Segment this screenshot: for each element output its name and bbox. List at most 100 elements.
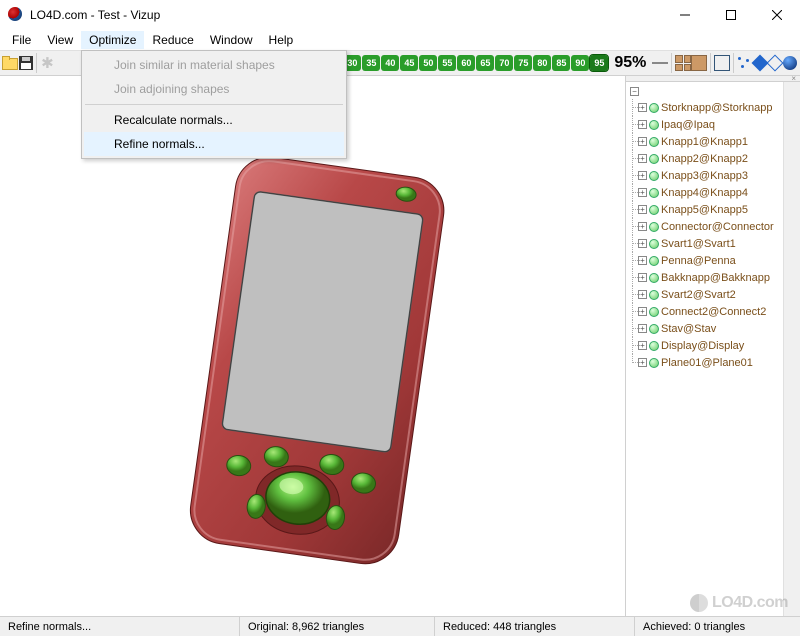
tree-node[interactable]: + Plane01@Plane01 xyxy=(630,354,783,371)
percent-50[interactable]: 50 xyxy=(419,55,437,71)
expand-icon[interactable]: + xyxy=(638,154,647,163)
menu-item[interactable]: Recalculate normals... xyxy=(84,108,344,132)
diamond-outline-icon xyxy=(767,55,784,72)
node-icon xyxy=(649,290,659,300)
reduction-percent-value: 95% xyxy=(614,54,646,72)
tree-node-label: Knapp3@Knapp3 xyxy=(661,170,748,182)
close-button[interactable] xyxy=(754,0,800,30)
tree-node[interactable]: +Connector@Connector xyxy=(630,218,783,235)
tree-node[interactable]: + Knapp5@Knapp5 xyxy=(630,201,783,218)
view-points-button[interactable] xyxy=(736,52,752,74)
percent-70[interactable]: 70 xyxy=(495,55,513,71)
tree-node[interactable]: +Display@Display xyxy=(630,337,783,354)
expand-icon[interactable]: + xyxy=(638,290,647,299)
menu-help[interactable]: Help xyxy=(261,31,302,49)
expand-icon[interactable]: + xyxy=(638,137,647,146)
reduction-slider[interactable] xyxy=(652,55,668,71)
percent-90[interactable]: 90 xyxy=(571,55,589,71)
watermark: LO4D.com xyxy=(690,594,788,612)
menu-view[interactable]: View xyxy=(39,31,81,49)
scrollbar[interactable] xyxy=(783,82,800,616)
view-single-button[interactable] xyxy=(691,52,707,74)
percent-65[interactable]: 65 xyxy=(476,55,494,71)
expand-icon[interactable]: + xyxy=(638,120,647,129)
expand-icon[interactable]: + xyxy=(638,341,647,350)
tree-node[interactable]: +Penna@Penna xyxy=(630,252,783,269)
tree-node[interactable]: + Connect2@Connect2 xyxy=(630,303,783,320)
expand-icon[interactable]: + xyxy=(638,103,647,112)
tree-node-label: Svart2@Svart2 xyxy=(661,289,736,301)
toolbar-separator xyxy=(671,53,672,73)
save-button[interactable] xyxy=(18,52,33,74)
expand-icon[interactable]: + xyxy=(638,188,647,197)
percent-40[interactable]: 40 xyxy=(381,55,399,71)
percent-95[interactable]: 95 xyxy=(590,55,608,71)
settings-button[interactable]: ✱ xyxy=(40,52,55,74)
tree-node[interactable]: +Svart1@Svart1 xyxy=(630,235,783,252)
percent-75[interactable]: 75 xyxy=(514,55,532,71)
expand-icon[interactable]: + xyxy=(638,324,647,333)
tree-node-label: Connect2@Connect2 xyxy=(661,306,766,318)
tree-node[interactable]: +Knapp2@Knapp2 xyxy=(630,150,783,167)
view-quad-button[interactable] xyxy=(675,52,691,74)
expand-icon[interactable]: + xyxy=(638,358,647,367)
toolbar-separator xyxy=(710,53,711,73)
expand-icon[interactable]: + xyxy=(638,273,647,282)
percent-60[interactable]: 60 xyxy=(457,55,475,71)
wireframe-icon xyxy=(714,55,730,71)
open-button[interactable] xyxy=(2,52,18,74)
view-flatwire-button[interactable] xyxy=(768,52,783,74)
tree-node-label: Bakknapp@Bakknapp xyxy=(661,272,770,284)
tree-node[interactable]: + Svart2@Svart2 xyxy=(630,286,783,303)
tree-node[interactable]: +Ipaq@Ipaq xyxy=(630,116,783,133)
node-icon xyxy=(649,103,659,113)
expand-icon[interactable]: + xyxy=(638,222,647,231)
title-bar: LO4D.com - Test - Vizup xyxy=(0,0,800,30)
expand-icon[interactable]: + xyxy=(638,256,647,265)
tree-node[interactable]: + Bakknapp@Bakknapp xyxy=(630,269,783,286)
optimize-menu-dropdown: Join similar in material shapesJoin adjo… xyxy=(81,50,347,159)
percent-45[interactable]: 45 xyxy=(400,55,418,71)
tree-node[interactable]: +Stav@Stav xyxy=(630,320,783,337)
menu-file[interactable]: File xyxy=(4,31,39,49)
menu-optimize[interactable]: Optimize xyxy=(81,31,144,49)
menu-reduce[interactable]: Reduce xyxy=(144,31,201,49)
expand-icon[interactable]: + xyxy=(638,171,647,180)
menu-item: Join similar in material shapes xyxy=(84,53,344,77)
model-render xyxy=(170,156,470,596)
node-icon xyxy=(649,273,659,283)
toolbar-separator xyxy=(36,53,37,73)
menu-window[interactable]: Window xyxy=(202,31,261,49)
view-wireframe-button[interactable] xyxy=(714,52,730,74)
node-icon xyxy=(649,120,659,130)
percent-35[interactable]: 35 xyxy=(362,55,380,71)
menu-item[interactable]: Refine normals... xyxy=(84,132,344,156)
node-icon xyxy=(649,358,659,368)
maximize-button[interactable] xyxy=(708,0,754,30)
expand-icon[interactable]: + xyxy=(638,239,647,248)
expand-icon[interactable]: + xyxy=(638,307,647,316)
node-icon xyxy=(649,256,659,266)
view-smooth-button[interactable] xyxy=(783,52,798,74)
tree-node[interactable]: + Knapp3@Knapp3 xyxy=(630,167,783,184)
object-tree[interactable]: − +Storknapp@Storknapp+Ipaq@Ipaq+Knapp1@… xyxy=(626,82,783,616)
percent-80[interactable]: 80 xyxy=(533,55,551,71)
tree-node[interactable]: +Knapp4@Knapp4 xyxy=(630,184,783,201)
tree-node[interactable]: +Storknapp@Storknapp xyxy=(630,99,783,116)
view-flat-button[interactable] xyxy=(752,52,767,74)
status-hint: Refine normals... xyxy=(0,617,240,636)
percent-55[interactable]: 55 xyxy=(438,55,456,71)
percent-85[interactable]: 85 xyxy=(552,55,570,71)
expand-icon[interactable]: + xyxy=(638,205,647,214)
points-icon xyxy=(736,55,752,71)
tree-node[interactable]: +Knapp1@Knapp1 xyxy=(630,133,783,150)
minimize-button[interactable] xyxy=(662,0,708,30)
menu-separator xyxy=(85,104,343,105)
tree-node-label: Knapp5@Knapp5 xyxy=(661,204,748,216)
menu-item: Join adjoining shapes xyxy=(84,77,344,101)
object-tree-panel: × − +Storknapp@Storknapp+Ipaq@Ipaq+Knapp… xyxy=(625,76,800,616)
watermark-icon xyxy=(690,594,708,612)
tree-node-label: Plane01@Plane01 xyxy=(661,357,753,369)
node-icon xyxy=(649,324,659,334)
tree-root[interactable]: − xyxy=(630,84,783,99)
